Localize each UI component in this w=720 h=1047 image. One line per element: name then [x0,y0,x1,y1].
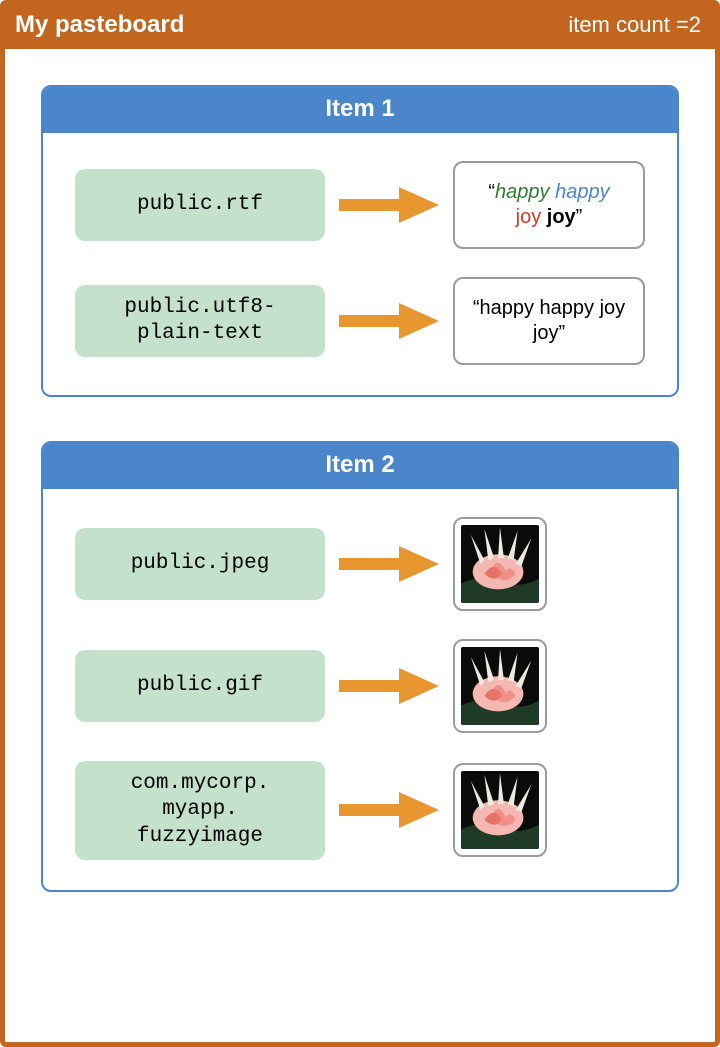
uti-chip: public.rtf [75,169,325,241]
rtf-word-3: joy [516,206,542,228]
uti-chip: public.gif [75,650,325,722]
pasteboard-item-count: item count =2 [568,12,701,38]
rtf-word-2: happy [555,181,610,203]
content-preview-image [453,763,547,857]
arrow-right-icon [339,790,439,830]
content-preview-image [453,517,547,611]
quote-close: ” [576,206,583,228]
flower-image-icon [461,525,539,603]
content-preview-image [453,639,547,733]
representation-row: com.mycorp. myapp. fuzzyimage [75,761,649,860]
arrow-right-icon [339,185,439,225]
representation-row: public.jpeg [75,517,649,611]
representation-row: public.utf8- plain-text “happy happy joy… [75,277,649,365]
uti-chip: public.jpeg [75,528,325,600]
pasteboard-item-card: Item 1 public.rtf “happy happy joy [41,85,679,397]
item-body: public.jpeg [43,489,677,890]
pasteboard-title: My pasteboard [15,11,184,39]
flower-image-icon [461,647,539,725]
pasteboard-window: My pasteboard item count =2 Item 1 publi… [0,0,720,1047]
item-body: public.rtf “happy happy joy joy” [43,133,677,395]
arrow-right-icon [339,666,439,706]
pasteboard-header: My pasteboard item count =2 [5,5,715,49]
uti-chip: public.utf8- plain-text [75,285,325,358]
pasteboard-item-card: Item 2 public.jpeg [41,441,679,892]
arrow-right-icon [339,544,439,584]
uti-chip: com.mycorp. myapp. fuzzyimage [75,761,325,860]
flower-image-icon [461,771,539,849]
rtf-word-1: happy [495,181,550,203]
representation-row: public.gif [75,639,649,733]
content-preview-rtf: “happy happy joy joy” [453,161,645,249]
arrow-right-icon [339,301,439,341]
item-title: Item 2 [43,443,677,489]
pasteboard-body: Item 1 public.rtf “happy happy joy [5,49,715,1042]
item-title: Item 1 [43,87,677,133]
representation-row: public.rtf “happy happy joy joy” [75,161,649,249]
content-preview-text: “happy happy joy joy” [453,277,645,365]
rtf-word-4: joy [547,206,576,228]
